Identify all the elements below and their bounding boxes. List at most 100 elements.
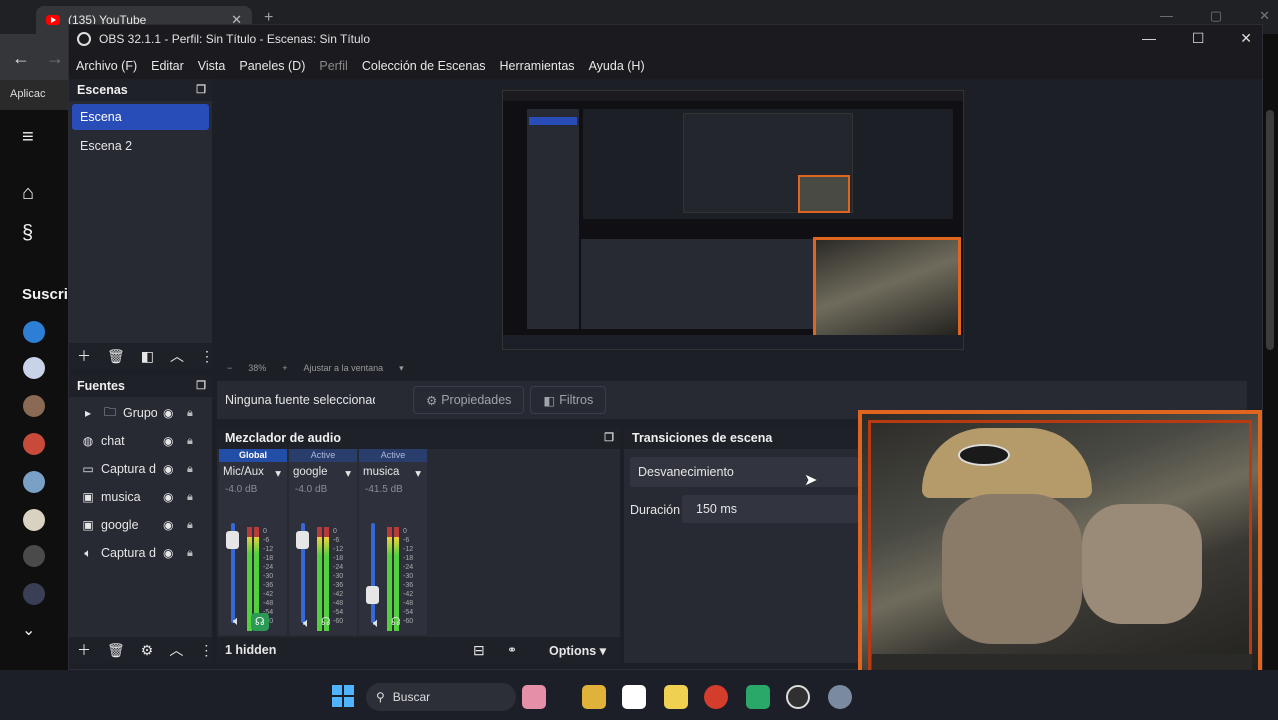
lock-icon[interactable]: 🔒︎ [187, 407, 193, 420]
zoom-out-icon[interactable]: − [227, 363, 232, 373]
chevron-down-icon[interactable]: ▾ [415, 466, 421, 480]
volume-icon[interactable]: 🔈︎ [373, 615, 381, 631]
scene-item[interactable]: Escena 2 [72, 133, 209, 159]
forward-arrow-icon[interactable]: → [46, 48, 64, 69]
chevron-up-icon[interactable]: ︿ [170, 346, 184, 366]
more-icon[interactable]: ⋮ [199, 642, 213, 659]
shorts-icon[interactable]: § [22, 222, 33, 245]
minimize-icon[interactable]: — [1142, 30, 1156, 47]
trash-icon[interactable]: 🗑 [107, 348, 125, 365]
source-item[interactable]: ▣ google ◉ 🔒︎ [69, 511, 212, 539]
scrollbar[interactable] [1266, 110, 1274, 350]
lock-icon[interactable]: 🔒︎ [187, 547, 193, 560]
headphones-icon[interactable]: ☊ [250, 613, 269, 631]
chevron-up-icon[interactable]: ︿ [169, 640, 183, 660]
flowers-widget-icon[interactable] [522, 685, 546, 709]
menu-editar[interactable]: Editar [151, 59, 184, 73]
options-button[interactable]: Options ▾ [549, 643, 606, 658]
minimize-icon[interactable]: — [1160, 8, 1173, 24]
source-item[interactable]: ▣ musica ◉ 🔒︎ [69, 483, 212, 511]
volume-icon[interactable]: 🔈︎ [303, 615, 311, 631]
eye-icon[interactable]: ◉ [163, 518, 173, 532]
eye-icon[interactable]: ◉ [163, 406, 173, 420]
layout-icon[interactable]: ⊟ [473, 642, 485, 659]
filter-icon[interactable]: ◧ [141, 348, 154, 365]
chrome-icon[interactable] [704, 685, 728, 709]
channel-avatar[interactable] [23, 395, 45, 417]
fader-handle[interactable] [226, 531, 239, 549]
lock-icon[interactable]: 🔒︎ [187, 463, 193, 476]
headphones-icon[interactable]: ☊ [391, 615, 401, 631]
channel-name[interactable]: Mic/Aux ▾ [219, 466, 287, 480]
more-icon[interactable]: ⋮ [200, 348, 214, 365]
channel-name[interactable]: musica ▾ [359, 466, 427, 480]
link-icon[interactable]: ⚭ [507, 643, 517, 657]
undock-icon[interactable]: ❐ [196, 379, 206, 392]
source-item[interactable]: 🔈︎ Captura d ◉ 🔒︎ [69, 539, 212, 567]
chevron-down-icon[interactable]: ▾ [345, 466, 351, 480]
menu-archivo[interactable]: Archivo (F) [76, 59, 137, 73]
eye-icon[interactable]: ◉ [163, 462, 173, 476]
gear-icon[interactable]: ⚙ [141, 642, 154, 659]
properties-button[interactable]: ⚙ Propiedades [413, 386, 525, 414]
source-item[interactable]: ▭ Captura d ◉ 🔒︎ [69, 455, 212, 483]
scene-item[interactable]: Escena [72, 104, 209, 130]
app-icon[interactable] [622, 685, 646, 709]
channel-avatar[interactable] [23, 583, 45, 605]
close-icon[interactable]: ✕ [1240, 30, 1252, 47]
hidden-count[interactable]: 1 hidden [225, 643, 276, 657]
menu-paneles[interactable]: Paneles (D) [239, 59, 305, 73]
obs-taskbar-icon[interactable] [786, 685, 810, 709]
volume-fader[interactable] [371, 523, 375, 623]
fit-to-window[interactable]: Ajustar a la ventana [304, 363, 384, 373]
eye-icon[interactable]: ◉ [163, 434, 173, 448]
maximize-icon[interactable]: ☐ [1192, 30, 1205, 47]
channel-avatar[interactable] [23, 321, 45, 343]
fader-handle[interactable] [296, 531, 309, 549]
eye-icon[interactable]: ◉ [163, 546, 173, 560]
hamburger-menu-icon[interactable]: ≡ [22, 126, 34, 149]
add-icon[interactable]: ＋ [77, 346, 91, 366]
menu-vista[interactable]: Vista [198, 59, 226, 73]
channel-name[interactable]: google ▾ [289, 466, 357, 480]
channel-avatar[interactable] [23, 433, 45, 455]
settings-icon[interactable] [828, 685, 852, 709]
maximize-icon[interactable]: ▢ [1210, 8, 1222, 24]
back-arrow-icon[interactable]: ← [12, 48, 30, 69]
menu-perfil[interactable]: Perfil [319, 59, 347, 73]
home-icon[interactable]: ⌂ [22, 182, 34, 205]
close-icon[interactable]: ✕ [1259, 8, 1270, 24]
channel-avatar[interactable] [23, 357, 45, 379]
app-icon[interactable] [746, 685, 770, 709]
chevron-down-icon[interactable]: ▾ [275, 466, 281, 480]
lock-icon[interactable]: 🔒︎ [187, 491, 193, 504]
fader-handle[interactable] [366, 586, 379, 604]
file-explorer-icon[interactable] [582, 685, 606, 709]
expand-arrow-icon[interactable]: ▸ [79, 406, 97, 420]
app-icon[interactable] [664, 685, 688, 709]
undock-icon[interactable]: ❐ [604, 431, 614, 444]
source-item[interactable]: ◍ chat ◉ 🔒︎ [69, 427, 212, 455]
headphones-icon[interactable]: ☊ [321, 615, 331, 631]
filters-button[interactable]: ◧ Filtros [530, 386, 607, 414]
chevron-down-icon[interactable]: ⌄ [22, 620, 35, 640]
trash-icon[interactable]: 🗑 [107, 642, 125, 659]
preview-canvas[interactable] [502, 90, 964, 350]
volume-icon[interactable]: 🔈︎ [233, 613, 241, 631]
channel-tag[interactable]: Global [219, 449, 287, 462]
menu-ayuda[interactable]: Ayuda (H) [589, 59, 645, 73]
windows-start-icon[interactable] [332, 685, 354, 707]
channel-avatar[interactable] [23, 509, 45, 531]
menu-herramientas[interactable]: Herramientas [500, 59, 575, 73]
lock-icon[interactable]: 🔒︎ [187, 519, 193, 532]
lock-icon[interactable]: 🔒︎ [187, 435, 193, 448]
channel-avatar[interactable] [23, 471, 45, 493]
bookmark-apps[interactable]: Aplicac [10, 88, 45, 100]
preview-area[interactable] [217, 79, 1247, 359]
add-icon[interactable]: ＋ [77, 640, 91, 660]
taskbar-search[interactable]: ⚲ Buscar [366, 683, 516, 711]
channel-tag[interactable]: Active [289, 449, 357, 462]
channel-tag[interactable]: Active [359, 449, 427, 462]
undock-icon[interactable]: ❐ [196, 83, 206, 96]
chevron-down-icon[interactable]: ▾ [399, 363, 404, 374]
